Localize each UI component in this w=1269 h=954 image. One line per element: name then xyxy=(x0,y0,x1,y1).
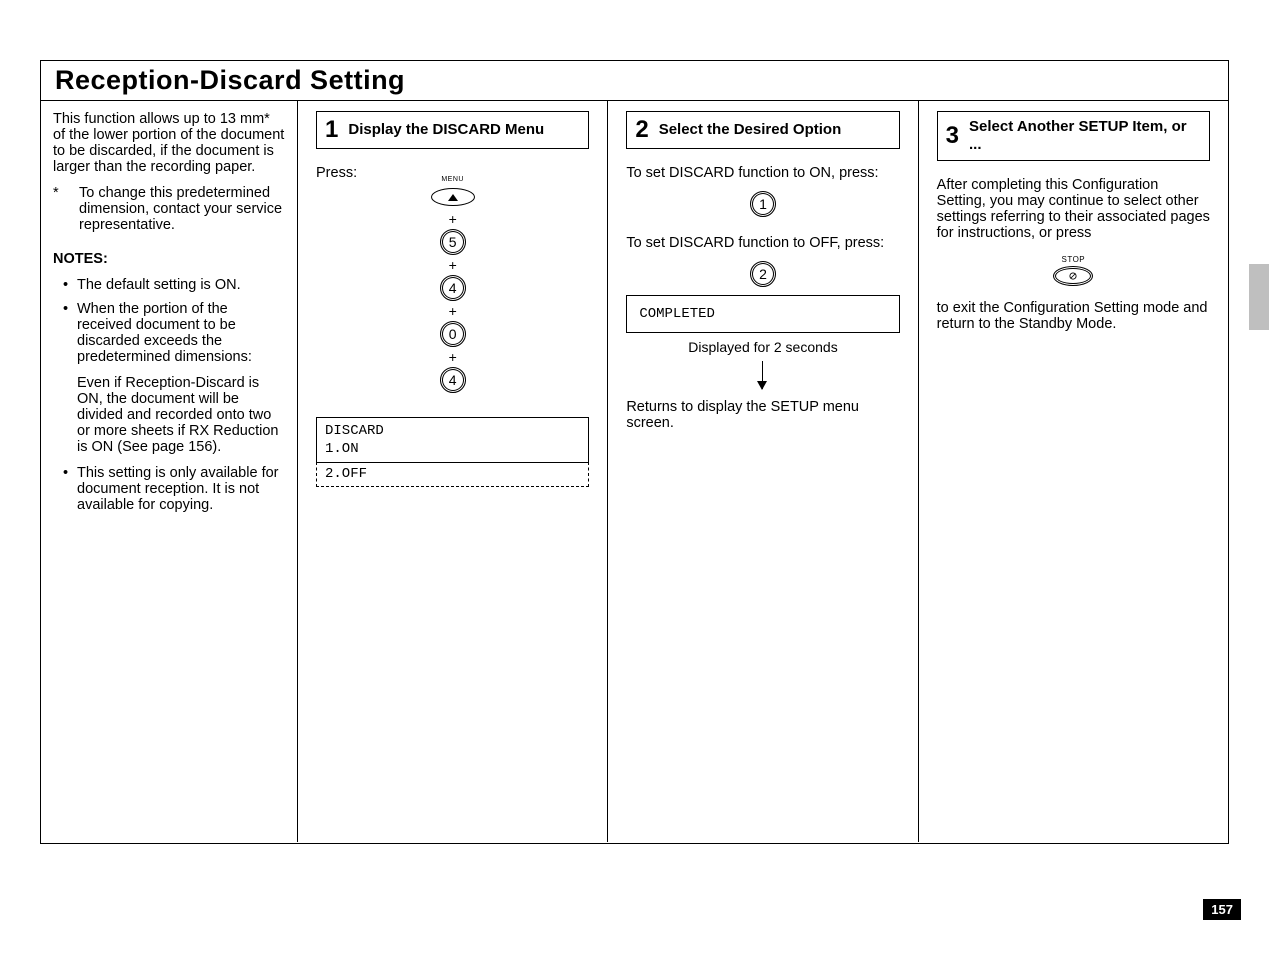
step-header: 1 Display the DISCARD Menu xyxy=(316,111,589,149)
keypad-0[interactable]: 0 xyxy=(440,321,466,347)
return-text: Returns to display the SETUP menu screen… xyxy=(626,399,899,431)
notes-list: This setting is only available for docum… xyxy=(53,465,285,513)
menu-up-icon xyxy=(431,188,475,206)
exit-text: to exit the Configuration Setting mode a… xyxy=(937,300,1210,332)
key-sequence: MENU + 5 + 4 + 0 + 4 xyxy=(316,185,589,393)
after-text: After completing this Configuration Sett… xyxy=(937,177,1210,241)
plus-icon: + xyxy=(449,349,457,365)
notes-list: The default setting is ON. When the port… xyxy=(53,277,285,365)
lcd-caption: Displayed for 2 seconds xyxy=(626,339,899,355)
step-3-column: 3 Select Another SETUP Item, or ... Afte… xyxy=(918,101,1228,842)
stop-icon xyxy=(1053,266,1093,286)
notes-header: NOTES: xyxy=(53,251,285,267)
lcd-completed: COMPLETED xyxy=(626,295,899,333)
section-tab xyxy=(1249,264,1269,330)
menu-label: MENU xyxy=(441,176,464,183)
footnote-text: To change this predetermined dimension, … xyxy=(79,185,285,233)
step-number: 2 xyxy=(635,118,648,142)
step-title: Display the DISCARD Menu xyxy=(348,121,544,139)
key-off: 2 xyxy=(626,261,899,287)
step-number: 3 xyxy=(946,124,959,148)
arrow-down-icon xyxy=(762,361,763,389)
page-number: 157 xyxy=(1203,899,1241,920)
step-title: Select Another SETUP Item, or ... xyxy=(969,118,1199,154)
note-item: When the portion of the received documen… xyxy=(77,301,285,365)
intro-column: This function allows up to 13 mm* of the… xyxy=(41,101,297,842)
lcd-display: DISCARD 1.ON xyxy=(316,417,589,463)
stop-button[interactable]: STOP xyxy=(937,255,1210,286)
columns: This function allows up to 13 mm* of the… xyxy=(41,101,1228,842)
asterisk: * xyxy=(53,185,67,233)
lcd-line: DISCARD xyxy=(325,422,580,440)
step-2-column: 2 Select the Desired Option To set DISCA… xyxy=(607,101,917,842)
instruction-off: To set DISCARD function to OFF, press: xyxy=(626,235,899,251)
step-header: 2 Select the Desired Option xyxy=(626,111,899,149)
plus-icon: + xyxy=(449,211,457,227)
plus-icon: + xyxy=(449,257,457,273)
footnote: * To change this predetermined dimension… xyxy=(53,185,285,233)
lcd-line: 1.ON xyxy=(325,440,580,458)
note-item: This setting is only available for docum… xyxy=(77,465,285,513)
note-item: The default setting is ON. xyxy=(77,277,285,293)
page-title: Reception-Discard Setting xyxy=(41,61,1228,101)
step-number: 1 xyxy=(325,118,338,142)
instruction-on: To set DISCARD function to ON, press: xyxy=(626,165,899,181)
keypad-4[interactable]: 4 xyxy=(440,275,466,301)
step-title: Select the Desired Option xyxy=(659,121,842,139)
page-frame: Reception-Discard Setting This function … xyxy=(40,60,1229,844)
key-on: 1 xyxy=(626,191,899,217)
note-subparagraph: Even if Reception-Discard is ON, the doc… xyxy=(53,375,285,455)
keypad-1[interactable]: 1 xyxy=(750,191,776,217)
step-1-column: 1 Display the DISCARD Menu Press: MENU +… xyxy=(297,101,607,842)
step-header: 3 Select Another SETUP Item, or ... xyxy=(937,111,1210,161)
intro-paragraph: This function allows up to 13 mm* of the… xyxy=(53,111,285,175)
plus-icon: + xyxy=(449,303,457,319)
keypad-5[interactable]: 5 xyxy=(440,229,466,255)
lcd-line: 2.OFF xyxy=(325,466,580,482)
keypad-2[interactable]: 2 xyxy=(750,261,776,287)
keypad-4[interactable]: 4 xyxy=(440,367,466,393)
stop-label: STOP xyxy=(1062,255,1086,264)
lcd-display-scroll: 2.OFF xyxy=(316,462,589,487)
menu-button[interactable]: MENU xyxy=(431,185,475,209)
